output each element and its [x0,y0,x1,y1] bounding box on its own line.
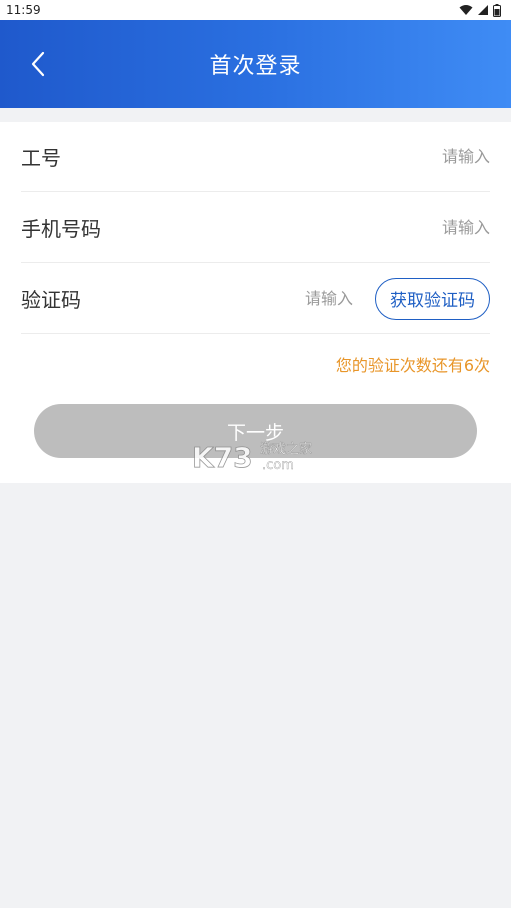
chevron-left-icon [31,51,45,77]
signal-icon [478,5,488,15]
attempts-remaining-text: 您的验证次数还有6次 [335,356,490,375]
nav-bar: 首次登录 [0,20,511,108]
phone-row: 手机号码 [21,193,490,263]
employee-id-label: 工号 [21,146,61,170]
status-icons [459,3,501,17]
code-row: 验证码 获取验证码 [21,264,490,334]
employee-id-input[interactable] [330,147,490,166]
employee-id-row: 工号 [21,122,490,192]
code-label: 验证码 [21,288,81,312]
back-button[interactable] [18,20,58,108]
login-form: 工号 手机号码 验证码 获取验证码 您的验证次数还有6次 下一步 [0,122,511,483]
code-input[interactable] [273,289,353,308]
page-title: 首次登录 [209,54,302,79]
status-time: 11:59 [6,3,41,17]
phone-input[interactable] [330,218,490,237]
code-group: 获取验证码 [273,277,490,320]
get-code-button[interactable]: 获取验证码 [375,277,490,320]
phone-label: 手机号码 [21,217,101,241]
battery-icon [493,3,501,17]
next-step-button[interactable]: 下一步 [34,404,477,458]
status-bar: 11:59 [0,0,511,20]
wifi-icon [459,5,473,15]
